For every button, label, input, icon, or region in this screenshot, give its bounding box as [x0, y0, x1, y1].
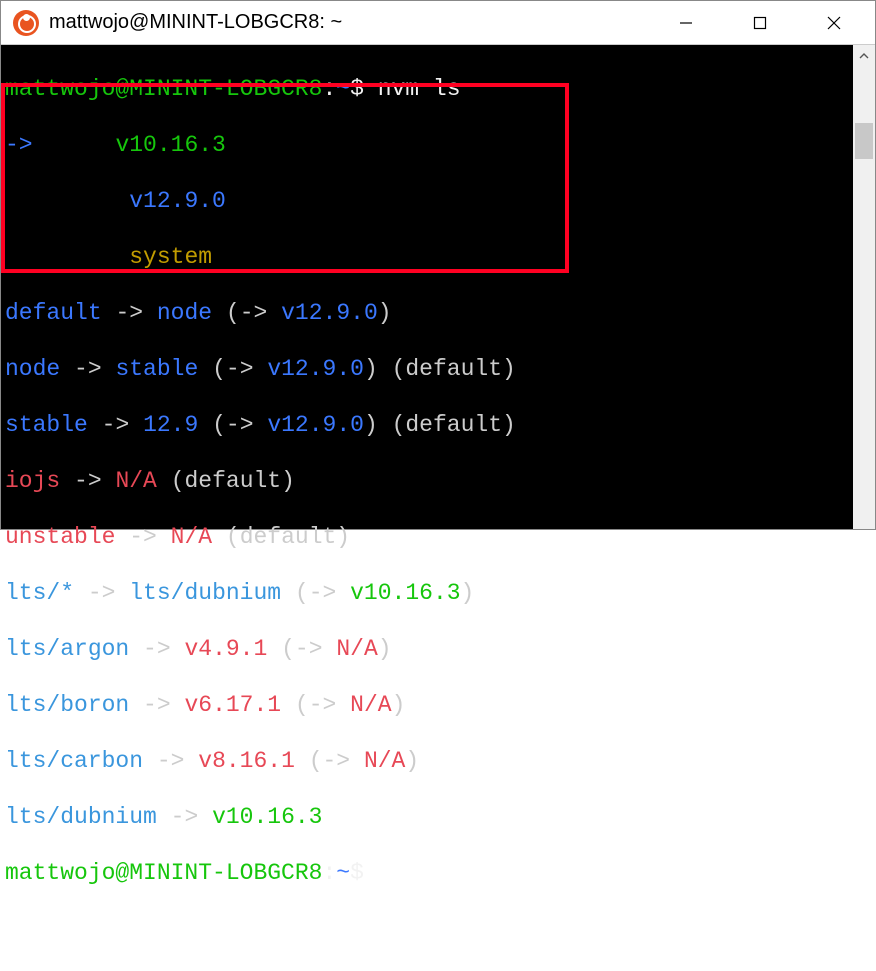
- nvm-current-version: -> v10.16.3: [5, 131, 849, 159]
- scrollbar[interactable]: [853, 45, 875, 529]
- nvm-iojs-row: iojs -> N/A (default): [5, 467, 849, 495]
- nvm-unstable-row: unstable -> N/A (default): [5, 523, 849, 551]
- version-12: v12.9.0: [129, 188, 226, 214]
- nvm-lts-star-row: lts/* -> lts/dubnium (-> v10.16.3): [5, 579, 849, 607]
- system-label: system: [129, 244, 212, 270]
- terminal-output[interactable]: mattwojo@MININT-LOBGCR8:~$ nvm ls -> v10…: [1, 45, 853, 529]
- minimize-button[interactable]: [649, 1, 723, 45]
- nvm-stable-row: stable -> 12.9 (-> v12.9.0) (default): [5, 411, 849, 439]
- window-controls: [649, 1, 871, 45]
- window-titlebar: mattwojo@MININT-LOBGCR8: ~: [1, 1, 875, 45]
- prompt-line: mattwojo@MININT-LOBGCR8:~$ nvm ls: [5, 75, 849, 103]
- prompt-line-2: mattwojo@MININT-LOBGCR8:~$: [5, 859, 849, 887]
- close-button[interactable]: [797, 1, 871, 45]
- prompt-userhost: mattwojo@MININT-LOBGCR8: [5, 76, 322, 102]
- nvm-version-row: v12.9.0: [5, 187, 849, 215]
- maximize-button[interactable]: [723, 1, 797, 45]
- nvm-lts-boron-row: lts/boron -> v6.17.1 (-> N/A): [5, 691, 849, 719]
- nvm-lts-carbon-row: lts/carbon -> v8.16.1 (-> N/A): [5, 747, 849, 775]
- version-10: v10.16.3: [115, 132, 225, 158]
- scroll-up-icon[interactable]: [853, 45, 875, 67]
- nvm-node-row: node -> stable (-> v12.9.0) (default): [5, 355, 849, 383]
- nvm-lts-argon-row: lts/argon -> v4.9.1 (-> N/A): [5, 635, 849, 663]
- nvm-lts-dubnium-row: lts/dubnium -> v10.16.3: [5, 803, 849, 831]
- nvm-default-row: default -> node (-> v12.9.0): [5, 299, 849, 327]
- nvm-system-row: system: [5, 243, 849, 271]
- ubuntu-icon: [13, 10, 39, 36]
- window-title: mattwojo@MININT-LOBGCR8: ~: [49, 11, 649, 34]
- command-text: nvm ls: [378, 76, 461, 102]
- scroll-thumb[interactable]: [855, 123, 873, 159]
- prompt-path: ~: [336, 76, 350, 102]
